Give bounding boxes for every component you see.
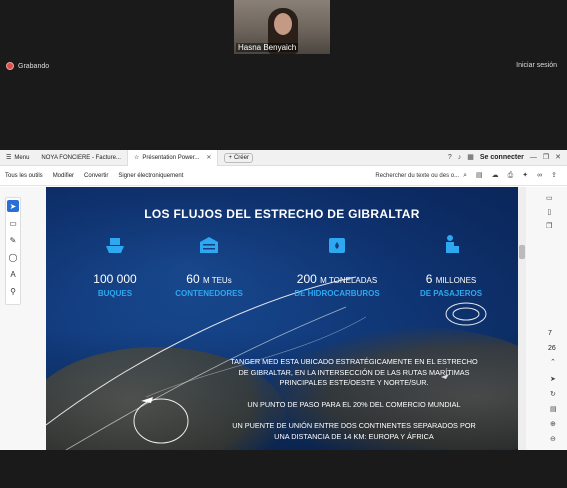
close-window-icon[interactable]: ✕: [555, 154, 561, 161]
slide-paragraph-location: TANGER MED ESTA UBICADO ESTRATÉGICAMENTE…: [230, 357, 478, 388]
stat-containers: 60 M TEUs CONTENEDORES: [154, 233, 264, 298]
bookmark-icon[interactable]: ▯: [547, 209, 551, 216]
stat-number: 6 MILLONES: [396, 272, 506, 286]
bell-icon[interactable]: ♪: [458, 154, 462, 161]
record-icon: [6, 62, 14, 70]
tab-noya[interactable]: NOYA FONCIERE - Facture...: [35, 149, 128, 166]
stamp-icon[interactable]: ⚲: [7, 285, 19, 297]
save-icon[interactable]: ▤: [476, 172, 483, 179]
lasso-icon[interactable]: ◯: [7, 251, 19, 263]
recording-indicator[interactable]: Grabando: [6, 62, 49, 70]
connect-button[interactable]: Se connecter: [480, 154, 524, 161]
stat-unit: DE HIDROCARBUROS: [294, 289, 380, 298]
comment-panel-icon[interactable]: ▭: [546, 195, 553, 202]
help-icon[interactable]: ?: [448, 154, 452, 161]
passenger-icon: [446, 235, 459, 253]
right-side-panel: ▭ ▯ ❐ 7 26 ⌃ ➤ ↻ ▤ ⊕ ⊖: [518, 187, 567, 450]
scrollbar[interactable]: [518, 187, 526, 450]
page-total: 26: [548, 345, 556, 352]
stat-value: 6: [425, 272, 433, 286]
tool-edit[interactable]: Modifier: [48, 173, 79, 179]
ship-icon: [106, 238, 124, 253]
hamburger-icon: ☰: [6, 155, 12, 161]
cloud-upload-icon[interactable]: ☁: [492, 172, 499, 179]
tool-convert[interactable]: Convertir: [79, 173, 113, 179]
tool-esign[interactable]: Signer électroniquement: [113, 173, 188, 179]
annotation-tools: ➤ ▭ ✎ ◯ A ⚲: [5, 197, 21, 305]
stat-number: 60 M TEUs: [154, 272, 264, 286]
minimize-icon[interactable]: —: [530, 154, 537, 161]
oil-barrel-icon: [329, 238, 345, 253]
zoom-in-icon[interactable]: ⊕: [550, 421, 556, 428]
select-cursor-icon[interactable]: ➤: [7, 200, 19, 212]
close-tab-icon[interactable]: ✕: [206, 154, 211, 161]
presentation-slide: LOS FLUJOS DEL ESTRECHO DE GIBRALTAR 100…: [46, 187, 518, 450]
signin-button[interactable]: Iniciar sesión: [516, 62, 557, 69]
stat-number: 200 M TONELADAS: [272, 272, 402, 286]
participant-name: Hasna Benyaich: [236, 43, 299, 52]
comment-icon[interactable]: ▭: [7, 217, 19, 229]
stat-hydrocarbons: 200 M TONELADAS DE HIDROCARBUROS: [272, 233, 402, 298]
recording-label: Grabando: [18, 62, 50, 70]
stat-value: 60: [186, 272, 200, 286]
stat-suffix: MILLONES: [435, 276, 477, 285]
participant-video[interactable]: Hasna Benyaich: [234, 0, 330, 54]
stat-unit: CONTENEDORES: [175, 289, 243, 298]
browser-window: ☰ Menu NOYA FONCIERE - Facture... ☆ Prés…: [0, 149, 567, 450]
zoom-out-icon[interactable]: ⊖: [550, 436, 556, 443]
right-tools: ▭ ▯ ❐: [546, 195, 553, 230]
screen: Hasna Benyaich Grabando Iniciar sesión ☰…: [0, 0, 567, 488]
search-icon[interactable]: ⌕: [463, 172, 467, 179]
toolbar-icons: ⌕ ▤ ☁ ⎙ ✦ ∞ ⇪: [463, 172, 567, 179]
scrollbar-thumb[interactable]: [519, 245, 525, 259]
tab-label: Présentation Power...: [142, 154, 200, 161]
window-controls: ? ♪ ▦ Se connecter — ❐ ✕: [448, 154, 567, 161]
tab-presentation[interactable]: ☆ Présentation Power... ✕: [127, 149, 219, 166]
pages-icon[interactable]: ❐: [546, 223, 552, 230]
menu-button[interactable]: ☰ Menu: [0, 154, 35, 162]
share-icon[interactable]: ⇪: [551, 172, 557, 179]
cursor-icon[interactable]: ➤: [550, 376, 556, 383]
menu-label: Menu: [14, 154, 30, 161]
left-tool-panel: ➤ ▭ ✎ ◯ A ⚲: [0, 187, 46, 450]
page-up-icon[interactable]: ⌃: [550, 359, 556, 366]
link-icon[interactable]: ∞: [537, 172, 542, 179]
maximize-icon[interactable]: ❐: [543, 154, 549, 161]
participant-face: [274, 13, 292, 35]
apps-grid-icon[interactable]: ▦: [467, 154, 474, 161]
stat-suffix: M TONELADAS: [320, 276, 378, 285]
stat-suffix: M TEUs: [202, 276, 232, 285]
slide-paragraph-trade: UN PUNTO DE PASO PARA EL 20% DEL COMERCI…: [247, 400, 461, 409]
document-icon[interactable]: ▤: [550, 406, 557, 413]
new-tab-label: Créer: [233, 154, 249, 161]
new-tab-button[interactable]: + Créer: [224, 152, 253, 163]
search-field[interactable]: Rechercher du texte ou des o...: [375, 173, 459, 179]
print-icon[interactable]: ⎙: [508, 172, 514, 179]
text-box-icon[interactable]: A: [7, 268, 19, 280]
stat-value: 100 000: [93, 272, 137, 286]
tool-all-tools[interactable]: Tous les outils: [0, 173, 48, 179]
container-icon: [200, 237, 218, 253]
rotate-icon[interactable]: ↻: [550, 391, 556, 398]
slide-title: LOS FLUJOS DEL ESTRECHO DE GIBRALTAR: [144, 207, 420, 221]
stat-unit: DE PASAJEROS: [419, 289, 483, 298]
tab-bar: ☰ Menu NOYA FONCIERE - Facture... ☆ Prés…: [0, 149, 567, 166]
star-icon: ☆: [133, 155, 140, 161]
slide-paragraph-bridge: UN PUENTE DE UNIÓN ENTRE DOS CONTINENTES…: [232, 421, 476, 441]
stat-value: 200: [296, 272, 317, 286]
page-current[interactable]: 7: [548, 330, 552, 337]
plus-icon: +: [228, 154, 232, 161]
ai-assistant-icon[interactable]: ✦: [522, 172, 528, 179]
viewer-toolbar: Tous les outils Modifier Convertir Signe…: [0, 166, 567, 186]
pen-icon[interactable]: ✎: [7, 234, 19, 246]
tab-label: NOYA FONCIERE - Facture...: [41, 154, 121, 161]
stat-passengers: 6 MILLONES DE PASAJEROS: [396, 233, 506, 298]
